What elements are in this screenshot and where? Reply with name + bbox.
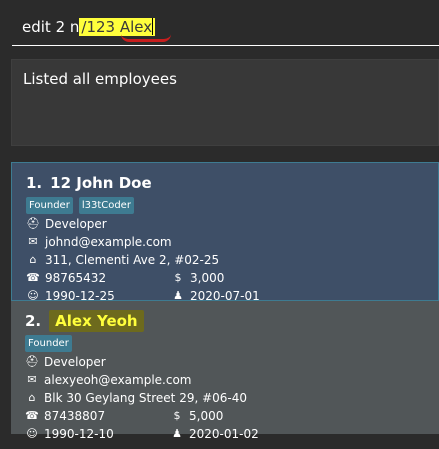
phone-icon: ☎ <box>26 271 40 284</box>
tag: Founder <box>26 197 73 214</box>
phone-salary-row: ☎ 98765432 $ 3,000 <box>26 269 438 286</box>
role-text: Developer <box>44 354 106 369</box>
employee-name: Alex Yeoh <box>49 310 144 332</box>
email-row: ✉ alexyeoh@example.com <box>25 371 439 388</box>
text-caret <box>152 18 154 35</box>
birthday-text: 1990-12-10 <box>44 426 114 441</box>
command-text: edit 2 n <box>22 18 80 36</box>
employee-card[interactable]: 2. Alex Yeoh Founder ⛑ Developer ✉ alexy… <box>11 301 439 441</box>
employee-title: 2. Alex Yeoh <box>25 310 439 332</box>
address-row: ⌂ 311, Clementi Ave 2, #02-25 <box>26 251 438 268</box>
dollar-icon: $ <box>173 409 181 422</box>
employee-index: 1. <box>26 174 43 192</box>
home-icon: ⌂ <box>28 391 36 404</box>
employee-card[interactable]: 1. 12 John Doe Founder l33tCoder ⛑ Devel… <box>11 162 439 303</box>
dollar-icon: $ <box>174 271 182 284</box>
red-annotation-underline <box>121 34 171 42</box>
email-icon: ✉ <box>28 235 38 248</box>
phone-text: 98765432 <box>45 270 107 285</box>
command-input[interactable]: edit 2 n/123 Alex <box>12 6 439 46</box>
role-text: Developer <box>45 216 107 231</box>
salary-text: 3,000 <box>190 270 225 285</box>
email-icon: ✉ <box>27 373 37 386</box>
person-icon: ♟ <box>172 427 182 440</box>
role-row: ⛑ Developer <box>26 215 438 232</box>
tag: Founder <box>25 335 72 352</box>
employee-index: 2. <box>25 312 42 330</box>
role-icon: ⛑ <box>25 355 39 368</box>
tag-list: Founder l33tCoder <box>26 197 438 214</box>
result-display: Listed all employees <box>11 59 439 146</box>
employee-name: 12 John Doe <box>50 174 152 192</box>
address-text: Blk 30 Geylang Street 29, #06-40 <box>44 390 248 405</box>
tag: l33tCoder <box>78 197 134 214</box>
result-message: Listed all employees <box>23 70 177 88</box>
email-text: alexyeoh@example.com <box>44 372 192 387</box>
birthday-icon: ☺ <box>26 427 38 440</box>
email-text: johnd@example.com <box>45 234 172 249</box>
tag-list: Founder <box>25 335 439 352</box>
dates-row: ☺ 1990-12-10 ♟ 2020-01-02 <box>25 425 439 442</box>
join-date-text: 2020-01-02 <box>189 426 259 441</box>
email-row: ✉ johnd@example.com <box>26 233 438 250</box>
role-row: ⛑ Developer <box>25 353 439 370</box>
address-text: 311, Clementi Ave 2, #02-25 <box>45 252 220 267</box>
employee-list[interactable]: 1. 12 John Doe Founder l33tCoder ⛑ Devel… <box>11 162 439 449</box>
address-row: ⌂ Blk 30 Geylang Street 29, #06-40 <box>25 389 439 406</box>
phone-icon: ☎ <box>25 409 39 422</box>
role-icon: ⛑ <box>26 217 40 230</box>
home-icon: ⌂ <box>29 253 37 266</box>
salary-text: 5,000 <box>189 408 224 423</box>
phone-salary-row: ☎ 87438807 $ 5,000 <box>25 407 439 424</box>
employee-title: 1. 12 John Doe <box>26 173 438 193</box>
phone-text: 87438807 <box>44 408 106 423</box>
command-box: edit 2 n/123 Alex <box>0 0 439 52</box>
